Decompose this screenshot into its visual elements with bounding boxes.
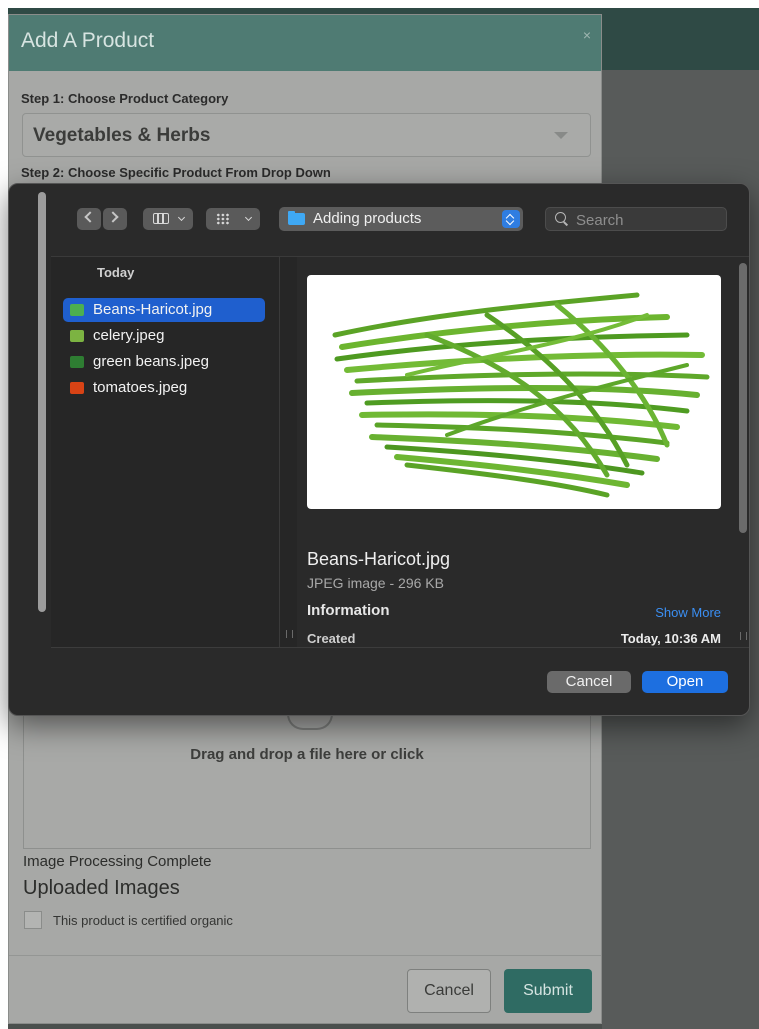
dialog-footer-divider [51,647,749,648]
resize-grip-icon [286,630,293,638]
file-name: tomatoes.jpeg [93,379,188,396]
image-thumbnail-icon [70,382,84,394]
dialog-cancel-button[interactable]: Cancel [547,671,631,693]
image-thumbnail-icon [70,356,84,368]
created-value: Today, 10:36 AM [620,631,721,646]
columns-view-icon [153,213,169,224]
caret-down-icon [554,132,568,139]
pane-splitter[interactable] [279,257,298,647]
organic-checkbox-label[interactable]: This product is certified organic [53,913,233,928]
preview-image [307,275,721,509]
search-input[interactable] [574,210,723,230]
background-scrollbar[interactable] [38,192,46,612]
folder-icon [288,211,305,225]
group-button[interactable] [206,208,260,230]
chevron-left-icon [84,211,96,223]
location-popup[interactable]: Adding products [279,207,523,231]
file-name: Beans-Haricot.jpg [93,301,213,318]
processing-status: Image Processing Complete [23,853,212,870]
modal-header: Add A Product × [9,15,601,71]
file-name: celery.jpeg [93,327,165,344]
organic-checkbox[interactable] [24,911,42,929]
background-left-edge [0,8,8,1029]
preview-pane: Beans-Haricot.jpg JPEG image - 296 KB In… [297,257,749,647]
show-more-link[interactable]: Show More [655,605,721,620]
forward-button[interactable] [103,208,127,230]
back-button[interactable] [77,208,101,230]
background-top-strip [0,0,759,8]
step1-label: Step 1: Choose Product Category [21,91,229,106]
file-row[interactable]: Beans-Haricot.jpg [63,298,265,322]
preview-kind: JPEG image - 296 KB [307,575,444,591]
view-mode-button[interactable] [143,208,193,230]
image-thumbnail-icon [70,304,84,316]
modal-footer-divider [9,955,601,956]
file-name: green beans.jpeg [93,353,209,370]
file-open-dialog: Adding products Today Beans-Haricot.jpg … [8,183,750,716]
step2-label: Step 2: Choose Specific Product From Dro… [21,165,331,180]
chevron-down-icon [177,213,186,222]
image-thumbnail-icon [70,330,84,342]
preview-filename: Beans-Haricot.jpg [307,549,451,569]
location-label: Adding products [313,210,422,227]
uploaded-images-heading: Uploaded Images [23,877,180,899]
file-row[interactable]: green beans.jpeg [63,350,265,374]
resize-grip-icon [740,632,747,640]
file-row[interactable]: celery.jpeg [63,324,265,348]
search-field[interactable] [545,207,727,231]
green-beans-image [332,292,710,498]
chevron-right-icon [107,211,119,223]
file-list-section-heading: Today [97,265,135,280]
submit-button[interactable]: Submit [504,969,592,1013]
file-dropzone[interactable]: Drag and drop a file here or click [23,705,591,849]
modal-title: Add A Product [21,29,155,52]
chevron-down-icon [244,213,253,222]
up-down-stepper-icon [502,210,520,228]
preview-scrollbar[interactable] [739,263,747,533]
created-label: Created [307,631,356,646]
category-select[interactable]: Vegetables & Herbs [22,113,591,157]
dropzone-text: Drag and drop a file here or click [190,746,424,763]
open-button[interactable]: Open [642,671,728,693]
cancel-button[interactable]: Cancel [407,969,491,1013]
grid-icon [216,213,230,225]
close-icon[interactable]: × [583,27,591,43]
file-list-pane: Today Beans-Haricot.jpg celery.jpeg gree… [51,257,279,647]
information-heading: Information [307,602,390,619]
file-row[interactable]: tomatoes.jpeg [63,376,265,400]
search-icon [555,212,566,223]
category-select-value: Vegetables & Herbs [33,125,211,146]
